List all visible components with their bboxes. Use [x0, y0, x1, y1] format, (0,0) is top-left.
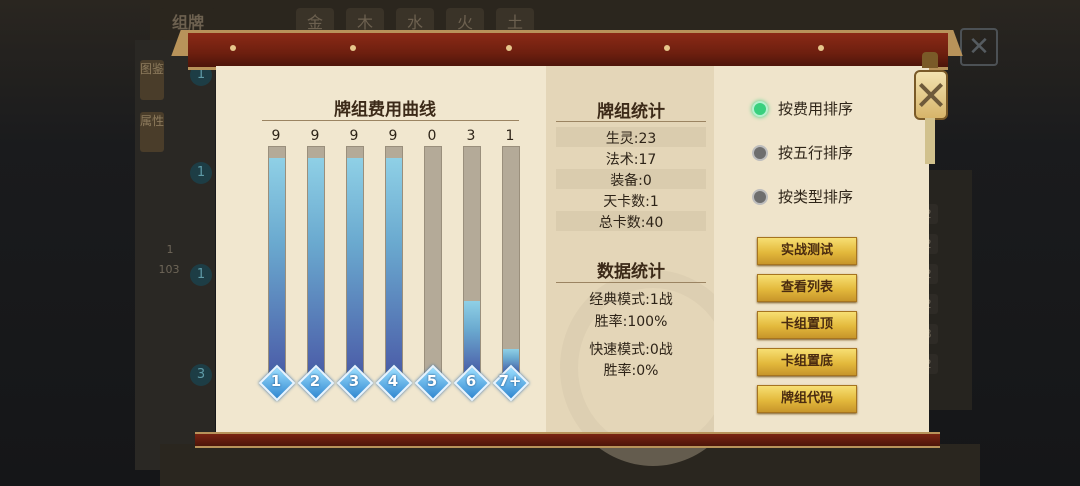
battle-test-button[interactable]: 实战测试: [757, 237, 857, 265]
cost-label: 7+: [498, 372, 522, 390]
stat-classic-mode: 经典模式:1战: [589, 292, 673, 308]
stat-spells: 法术:17: [605, 152, 657, 168]
cost-count-label: 9: [388, 128, 398, 144]
stat-quick-winrate: 胜率:0%: [603, 363, 659, 379]
cost-label: 4: [387, 372, 399, 390]
stat-classic-winrate: 胜率:100%: [594, 314, 668, 330]
bg-cost-circle: 1: [190, 264, 212, 286]
bg-left-number: 1: [166, 243, 174, 256]
data-stats-title: 数据统计: [597, 262, 665, 282]
cost-bar: [346, 146, 364, 374]
cost-bar: [502, 146, 520, 374]
sort-by-element-label[interactable]: 按五行排序: [778, 142, 853, 163]
cost-bar-fill: [269, 158, 285, 373]
cost-count-label: 9: [310, 128, 320, 144]
bg-cost-circle: 1: [190, 162, 212, 184]
cost-count-label: 3: [466, 128, 476, 144]
sort-by-type-label[interactable]: 按类型排序: [778, 186, 853, 207]
stat-quick-mode: 快速模式:0战: [589, 342, 673, 358]
cost-bar: [307, 146, 325, 374]
bg-left-number: 103: [158, 263, 180, 276]
background-footer: [160, 444, 980, 486]
cost-label: 2: [309, 372, 321, 390]
deck-stats-underline: [556, 121, 706, 122]
scroll-frame-bottom: [195, 432, 940, 448]
stat-equipment: 装备:0: [610, 173, 652, 189]
cost-bar: [385, 146, 403, 374]
sort-by-element-radio[interactable]: [752, 145, 768, 161]
deck-move-top-button[interactable]: 卡组置顶: [757, 311, 857, 339]
cost-count-label: 0: [427, 128, 437, 144]
cost-bar-fill: [308, 158, 324, 373]
deck-move-bottom-button[interactable]: 卡组置底: [757, 348, 857, 376]
cost-count-label: 9: [271, 128, 281, 144]
cost-label: 1: [270, 372, 282, 390]
data-stats-underline: [556, 282, 706, 283]
cost-bar: [268, 146, 286, 374]
cost-bar: [424, 146, 442, 374]
lantern-cap: [922, 52, 938, 68]
stat-creatures: 生灵:23: [605, 131, 657, 147]
sort-by-cost-radio[interactable]: [752, 101, 768, 117]
cost-curve-underline: [262, 120, 519, 121]
bg-left-tag: 属性: [140, 112, 164, 152]
cost-label: 3: [348, 372, 360, 390]
bg-left-tag: 图鉴: [140, 60, 164, 100]
sort-by-type-radio[interactable]: [752, 189, 768, 205]
cost-bar: [463, 146, 481, 374]
cost-bar-fill: [347, 158, 363, 373]
cost-count-label: 9: [349, 128, 359, 144]
stat-total-cards: 总卡数:40: [598, 215, 664, 231]
cost-count-label: 1: [505, 128, 515, 144]
deck-code-button[interactable]: 牌组代码: [757, 385, 857, 413]
bg-cost-circle: 3: [190, 364, 212, 386]
cost-curve-title: 牌组费用曲线: [334, 100, 436, 120]
close-button[interactable]: [914, 70, 948, 120]
stat-sky-cards: 天卡数:1: [603, 194, 659, 210]
deck-stats-title: 牌组统计: [597, 102, 665, 122]
cost-label: 5: [426, 372, 438, 390]
cost-bar-fill: [464, 301, 480, 373]
background-close-icon: ✕: [960, 28, 998, 66]
view-list-button[interactable]: 查看列表: [757, 274, 857, 302]
scroll-frame-top: [188, 30, 948, 70]
sort-by-cost-label[interactable]: 按费用排序: [778, 98, 853, 119]
cost-bar-fill: [386, 158, 402, 373]
cost-label: 6: [465, 372, 477, 390]
lantern-tassel: [925, 118, 935, 164]
